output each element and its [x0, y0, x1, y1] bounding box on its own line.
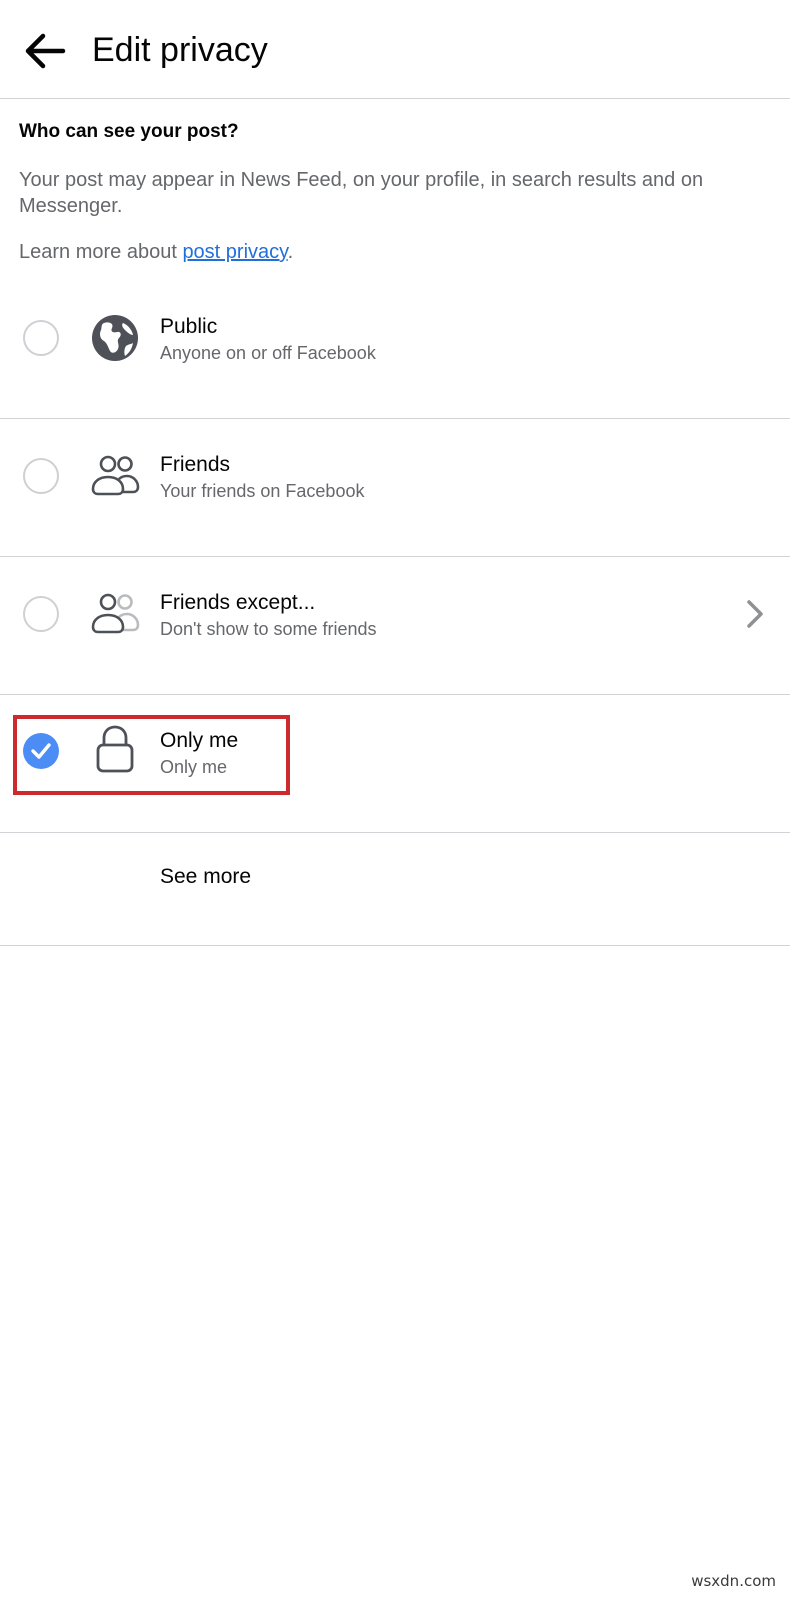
option-title: Friends except...	[160, 591, 316, 614]
privacy-intro: Who can see your post? Your post may app…	[19, 116, 771, 265]
radio-only-me[interactable]	[23, 733, 59, 769]
option-public[interactable]: Public Anyone on or off Facebook	[0, 280, 790, 419]
lock-icon	[88, 722, 142, 776]
radio-friends[interactable]	[23, 458, 59, 494]
option-title: Public	[160, 315, 218, 338]
learn-more-suffix: .	[287, 241, 294, 263]
privacy-description: Your post may appear in News Feed, on yo…	[19, 169, 704, 217]
see-more-label: See more	[160, 865, 252, 888]
privacy-question: Who can see your post?	[19, 121, 239, 142]
option-subtitle: Only me	[160, 757, 228, 777]
watermark: wsxdn.com	[691, 1572, 776, 1590]
learn-more-prefix: Learn more about	[19, 241, 183, 263]
arrow-left-icon	[25, 33, 66, 69]
option-title: Friends	[160, 453, 231, 476]
option-title: Only me	[160, 729, 239, 752]
friends-icon	[88, 448, 142, 502]
see-more-button[interactable]: See more	[0, 832, 790, 946]
checkmark-icon	[31, 743, 51, 759]
page-title: Edit privacy	[92, 31, 268, 69]
friends-except-icon	[88, 586, 142, 640]
globe-icon	[88, 311, 142, 365]
option-subtitle: Anyone on or off Facebook	[160, 343, 376, 363]
chevron-right-icon	[740, 594, 770, 634]
option-only-me[interactable]: Only me Only me	[0, 694, 790, 833]
post-privacy-link[interactable]: post privacy	[182, 241, 287, 263]
option-friends[interactable]: Friends Your friends on Facebook	[0, 418, 790, 557]
option-subtitle: Your friends on Facebook	[160, 481, 365, 501]
radio-friends-except[interactable]	[23, 596, 59, 632]
radio-public[interactable]	[23, 320, 59, 356]
app-header: Edit privacy	[0, 0, 790, 99]
option-friends-except[interactable]: Friends except... Don't show to some fri…	[0, 556, 790, 695]
learn-more-text: Learn more about post privacy.	[19, 239, 771, 265]
option-subtitle: Don't show to some friends	[160, 619, 377, 639]
back-button[interactable]	[14, 20, 76, 82]
